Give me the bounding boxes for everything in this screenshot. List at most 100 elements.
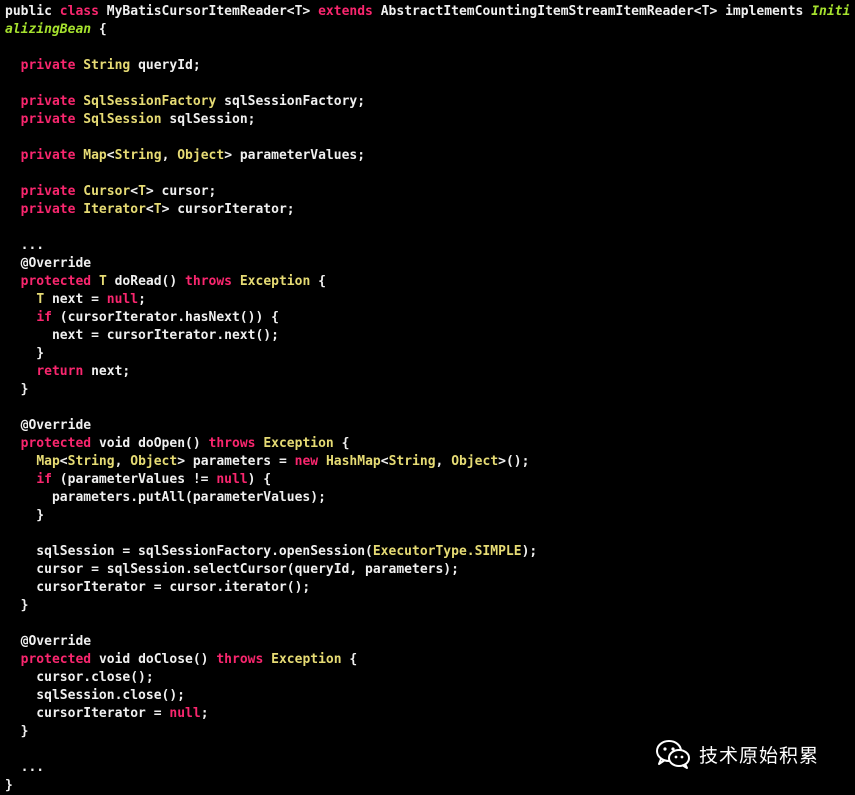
code-token: void doClose() [98,652,217,667]
code-block: public class MyBatisCursorItemReader<T> … [5,3,853,795]
code-line: @Override [5,255,853,273]
code-token: private [20,202,84,217]
code-token: < [59,454,68,469]
code-token: sqlSessionFactory; [224,94,366,109]
code-token: SqlSessionFactory [83,94,225,109]
code-token: ; [138,292,146,307]
code-token: ) { [247,472,272,487]
code-token: String [67,454,115,469]
code-token: cursor = sqlSession.selectCursor(queryId… [5,562,459,577]
code-token: new [294,454,326,469]
code-token: ExecutorType.SIMPLE [372,544,522,559]
code-viewer: public class MyBatisCursorItemReader<T> … [0,0,855,795]
code-token: sqlSession; [169,112,256,127]
code-line: @Override [5,633,853,651]
code-token: < [145,202,154,217]
code-token: > parameterValues; [224,148,366,163]
code-line: alizingBean { [5,21,853,39]
code-token: throws [216,652,272,667]
code-line: cursorIterator = null; [5,705,853,723]
code-line: protected void doClose() throws Exceptio… [5,651,853,669]
code-line: } [5,777,853,795]
code-token: doRead() [114,274,186,289]
watermark-text: 技术原始积累 [699,744,820,767]
code-token: > cursorIterator; [161,202,295,217]
code-token: { [318,274,326,289]
code-token: T [36,292,52,307]
code-token: throws [185,274,240,289]
code-token: Object [130,454,178,469]
code-token: Object [177,148,225,163]
code-line: } [5,597,853,615]
code-line: ... [5,237,853,255]
code-token: } [5,778,13,793]
code-token: return [36,364,92,379]
code-token: cursor.close(); [5,670,154,685]
code-line: protected void doOpen() throws Exception… [5,435,853,453]
code-token: cursorIterator = cursor.iterator(); [5,580,311,595]
code-token: protected [20,274,99,289]
code-line: cursorIterator = cursor.iterator(); [5,579,853,597]
code-token: ... [5,760,45,775]
code-line: public class MyBatisCursorItemReader<T> … [5,3,853,21]
code-token: } [5,346,45,361]
code-token: > cursor; [145,184,217,199]
code-token: Object [451,454,499,469]
code-line: private Iterator<T> cursorIterator; [5,201,853,219]
code-token: > parameters = [177,454,295,469]
code-line: private SqlSession sqlSession; [5,111,853,129]
code-token: < [380,454,389,469]
code-line: } [5,507,853,525]
code-token: { [341,436,350,451]
code-token: sqlSession = sqlSessionFactory.openSessi… [5,544,373,559]
code-token: null [106,292,139,307]
code-token: protected [20,652,99,667]
code-token: throws [208,436,264,451]
code-token: String [114,148,162,163]
code-token: (cursorIterator.hasNext()) { [59,310,279,325]
code-token: Map [36,454,60,469]
code-token: Exception [239,274,319,289]
code-token: HashMap [325,454,381,469]
code-token: Iterator [83,202,146,217]
code-line: return next; [5,363,853,381]
code-token: Exception [271,652,350,667]
code-token: { [349,652,358,667]
code-line: cursor.close(); [5,669,853,687]
code-token: queryId; [138,58,201,73]
code-token: next = [51,292,107,307]
code-line: private SqlSessionFactory sqlSessionFact… [5,93,853,111]
code-token: } [5,508,45,523]
code-token: , [161,148,178,163]
wechat-icon [656,740,690,769]
code-token: sqlSession.close(); [5,688,186,703]
code-token: Cursor [83,184,131,199]
code-token: ); [521,544,538,559]
code-token: @Override [5,418,92,433]
code-token: T [138,184,146,199]
code-line: sqlSession.close(); [5,687,853,705]
code-token: null [169,706,201,721]
code-token: private [20,148,84,163]
code-token: AbstractItemCountingItemStreamItemReader… [380,4,812,19]
code-token: public [5,4,60,19]
code-token: class [59,4,107,19]
code-token: (parameterValues != [59,472,217,487]
code-line: Map<String, Object> parameters = new Has… [5,453,853,471]
